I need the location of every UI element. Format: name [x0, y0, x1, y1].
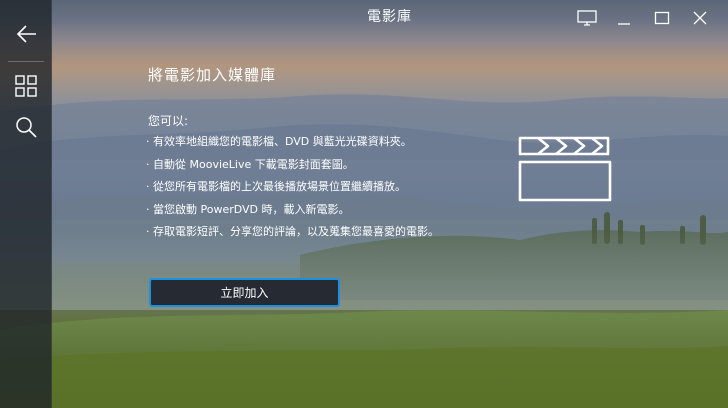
minimize-icon [618, 23, 630, 25]
clapperboard-icon [518, 136, 612, 202]
feature-text: 自動從 MoovieLive 下載電影封面套圖。 [153, 157, 354, 171]
list-item: · 自動從 MoovieLive 下載電影封面套圖。 [146, 157, 439, 180]
intro-text: 您可以: [148, 114, 189, 128]
display-icon [577, 10, 597, 26]
feature-text: 存取電影短評、分享您的評論，以及蒐集您最喜愛的電影。 [153, 225, 439, 239]
list-item: · 存取電影短評、分享您的評論，以及蒐集您最喜愛的電影。 [146, 224, 439, 247]
search-icon [15, 117, 37, 138]
feature-text: 有效率地組織您的電影檔、DVD 與藍光光碟資料夾。 [153, 135, 412, 148]
bullet: · [146, 202, 150, 216]
bullet: · [146, 157, 150, 171]
back-button[interactable] [0, 12, 51, 56]
search-button[interactable] [0, 105, 51, 149]
feature-text: 從您所有電影檔的上次最後播放場景位置繼續播放。 [153, 180, 406, 194]
minimize-button[interactable] [609, 5, 639, 31]
title-bar: 電影庫 [51, 0, 728, 34]
sidebar-divider [8, 61, 44, 62]
bullet: · [146, 225, 150, 239]
feature-list: · 有效率地組織您的電影檔、DVD 與藍光光碟資料夾。 · 自動從 MoovieLi… [146, 134, 439, 247]
grid-icon [14, 75, 37, 97]
sidebar [0, 0, 52, 408]
page-heading: 將電影加入媒體庫 [148, 66, 277, 84]
feature-text: 當您啟動 PowerDVD 時，載入新電影。 [153, 202, 350, 216]
maximize-icon [654, 11, 670, 25]
bullet: · [146, 180, 150, 194]
bullet: · [146, 135, 150, 148]
display-mode-button[interactable] [572, 5, 602, 31]
add-now-button[interactable]: 立即加入 [149, 278, 340, 307]
close-button[interactable] [685, 5, 715, 31]
grid-view-button[interactable] [0, 64, 51, 108]
back-arrow-icon [16, 25, 36, 43]
list-item: · 從您所有電影檔的上次最後播放場景位置繼續播放。 [146, 179, 439, 202]
close-icon [693, 11, 707, 25]
list-item: · 當您啟動 PowerDVD 時，載入新電影。 [146, 202, 439, 225]
maximize-button[interactable] [647, 5, 677, 31]
list-item: · 有效率地組織您的電影檔、DVD 與藍光光碟資料夾。 [146, 134, 439, 157]
